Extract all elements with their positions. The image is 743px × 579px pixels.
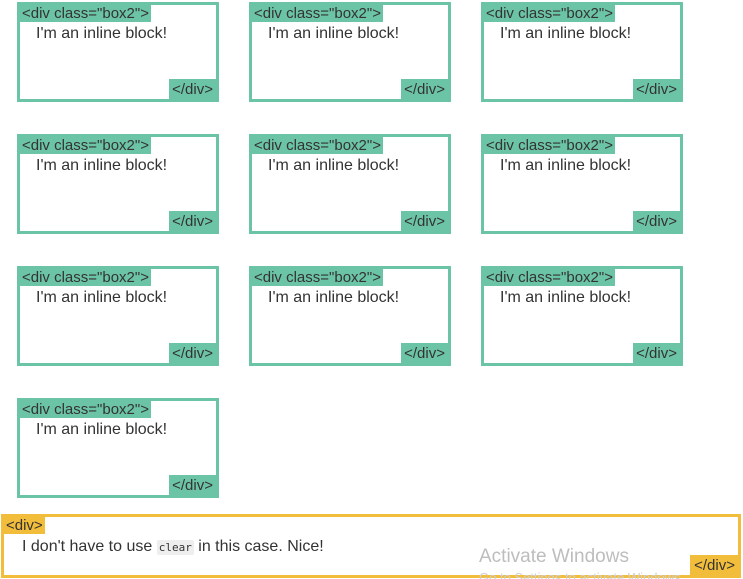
inline-block-box: <div class="box2"> I'm an inline block! … (17, 134, 219, 234)
box-text: I'm an inline block! (268, 157, 400, 174)
open-tag-label: <div class="box2"> (252, 5, 383, 22)
open-tag-label: <div class="box2"> (484, 269, 615, 286)
close-tag-label: </div> (633, 211, 680, 231)
close-tag-label: </div> (401, 79, 448, 99)
container-div: <div> I don't have to use clear in this … (1, 514, 741, 578)
box-text: I'm an inline block! (500, 289, 632, 306)
inline-block-box: <div class="box2"> I'm an inline block! … (249, 2, 451, 102)
inline-block-box: <div class="box2"> I'm an inline block! … (481, 2, 683, 102)
box-text: I'm an inline block! (36, 421, 168, 438)
container-text: I don't have to use clear in this case. … (22, 538, 324, 557)
activate-windows-watermark: Activate Windows (479, 546, 629, 567)
open-tag-label: <div class="box2"> (20, 5, 151, 22)
close-tag-label: </div> (169, 475, 216, 495)
inline-block-box: <div class="box2"> I'm an inline block! … (481, 266, 683, 366)
close-tag-label: </div> (169, 79, 216, 99)
close-tag-label: </div> (401, 343, 448, 363)
close-tag-label: </div> (401, 211, 448, 231)
inline-block-box: <div class="box2"> I'm an inline block! … (17, 2, 219, 102)
box-text: I'm an inline block! (36, 157, 168, 174)
box-text: I'm an inline block! (268, 289, 400, 306)
open-tag-label: <div class="box2"> (252, 137, 383, 154)
close-tag-label: </div> (169, 211, 216, 231)
box-text: I'm an inline block! (36, 289, 168, 306)
open-tag-label: <div class="box2"> (484, 5, 615, 22)
container-text-before: I don't have to use (22, 538, 157, 555)
inline-block-box: <div class="box2"> I'm an inline block! … (17, 398, 219, 498)
close-tag-label: </div> (169, 343, 216, 363)
open-tag-label: <div class="box2"> (20, 401, 151, 418)
close-tag-label: </div> (633, 343, 680, 363)
activate-windows-subtext: Go to Settings to activate Windows. (479, 570, 685, 579)
inline-block-box: <div class="box2"> I'm an inline block! … (481, 134, 683, 234)
inline-block-box: <div class="box2"> I'm an inline block! … (249, 134, 451, 234)
container-close-tag: </div> (690, 555, 738, 575)
open-tag-label: <div class="box2"> (20, 137, 151, 154)
open-tag-label: <div class="box2"> (484, 137, 615, 154)
container-text-after: in this case. Nice! (193, 538, 324, 555)
box-text: I'm an inline block! (36, 25, 168, 42)
close-tag-label: </div> (633, 79, 680, 99)
box-text: I'm an inline block! (500, 25, 632, 42)
container-open-tag: <div> (4, 517, 45, 534)
box-text: I'm an inline block! (268, 25, 400, 42)
inline-block-box: <div class="box2"> I'm an inline block! … (249, 266, 451, 366)
box-text: I'm an inline block! (500, 157, 632, 174)
open-tag-label: <div class="box2"> (252, 269, 383, 286)
inline-block-box: <div class="box2"> I'm an inline block! … (17, 266, 219, 366)
clear-code: clear (156, 540, 194, 555)
open-tag-label: <div class="box2"> (20, 269, 151, 286)
